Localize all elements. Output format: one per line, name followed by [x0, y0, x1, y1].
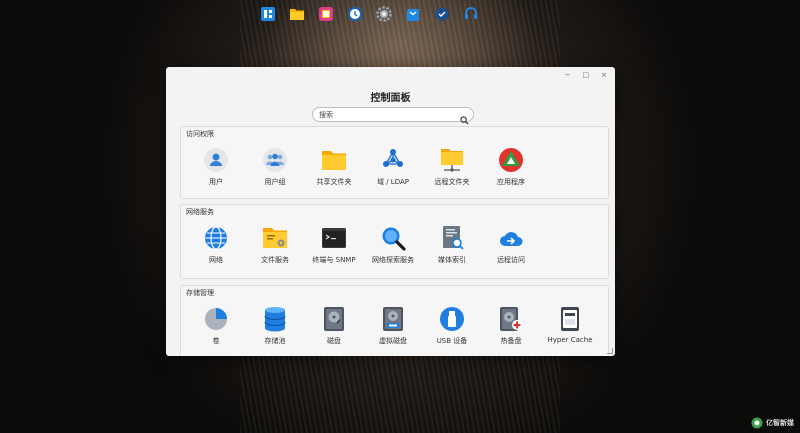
- item-user[interactable]: 用户: [187, 147, 245, 187]
- item-label: 网络探索服务: [372, 256, 414, 264]
- item-remote-folder[interactable]: 远程文件夹: [423, 147, 481, 187]
- item-hot-spare[interactable]: 热备盘: [482, 306, 540, 346]
- clock-icon[interactable]: [345, 4, 365, 24]
- file-service-icon: [262, 225, 288, 251]
- virtual-disk-icon: [380, 306, 406, 332]
- item-media-index[interactable]: 媒体索引: [423, 225, 481, 265]
- item-network-discovery[interactable]: 网络探索服务: [364, 225, 422, 265]
- close-button[interactable]: ×: [601, 70, 607, 80]
- item-usb-device[interactable]: USB 设备: [423, 306, 481, 346]
- globe-icon: [203, 225, 229, 251]
- item-application[interactable]: 应用程序: [482, 147, 540, 187]
- window-controls: − □ ×: [565, 70, 607, 80]
- item-label: 网络: [209, 256, 223, 264]
- grid-icon[interactable]: [258, 4, 278, 24]
- item-label: 应用程序: [497, 178, 525, 186]
- database-icon: [262, 306, 288, 332]
- item-label: 远程文件夹: [434, 178, 470, 186]
- settings-content: 访问权限 用户 用户组 共享文件夹 域 / LDAP 远程文件夹 应用程序 网络…: [166, 126, 615, 356]
- gear-icon[interactable]: [374, 4, 394, 24]
- item-label: 终端与 SNMP: [312, 256, 356, 264]
- item-label: 卷: [212, 337, 220, 345]
- watermark: 亿智新媒: [751, 417, 794, 429]
- terminal-icon: [321, 225, 347, 251]
- control-panel-window: − □ × 控制面板 访问权限 用户: [166, 67, 615, 356]
- ldap-icon: [380, 147, 406, 173]
- top-dock: [258, 3, 481, 25]
- item-label: 磁盘: [327, 337, 341, 345]
- item-remote-access[interactable]: 远程访问: [482, 225, 540, 265]
- item-label: 热备盘: [500, 337, 522, 345]
- user-icon: [203, 147, 229, 173]
- headset-icon[interactable]: [461, 4, 481, 24]
- remote-folder-icon: [439, 147, 465, 173]
- item-label: 文件服务: [261, 256, 289, 264]
- item-label: 用户: [209, 178, 223, 186]
- item-terminal-snmp[interactable]: 终端与 SNMP: [305, 225, 363, 265]
- watermark-logo-icon: [751, 417, 763, 429]
- section-access-rights: 访问权限 用户 用户组 共享文件夹 域 / LDAP 远程文件夹 应用程序: [180, 126, 609, 199]
- item-label: 存储池: [264, 337, 286, 345]
- usb-icon: [439, 306, 465, 332]
- cube-icon[interactable]: [432, 4, 452, 24]
- ssd-icon: [557, 306, 583, 332]
- search-input[interactable]: [319, 108, 459, 121]
- bag-icon[interactable]: [403, 4, 423, 24]
- window-title: 控制面板: [370, 93, 411, 104]
- user-group-icon: [262, 147, 288, 173]
- watermark-text: 亿智新媒: [766, 419, 794, 427]
- item-shared-folder[interactable]: 共享文件夹: [305, 147, 363, 187]
- item-label: 媒体索引: [438, 256, 466, 264]
- item-storage-pool[interactable]: 存储池: [246, 306, 304, 346]
- item-virtual-disk[interactable]: 虚拟磁盘: [364, 306, 422, 346]
- application-icon: [498, 147, 524, 173]
- magnifier-icon: [380, 225, 406, 251]
- item-label: Hyper Cache: [547, 336, 593, 344]
- item-user-group[interactable]: 用户组: [246, 147, 304, 187]
- minimize-button[interactable]: −: [565, 70, 571, 80]
- section-network-services: 网络服务 网络 文件服务 终端与 SNMP 网络探索服务 媒体索引 远程访问: [180, 204, 609, 279]
- section-title: 访问权限: [186, 130, 214, 138]
- search-box: [312, 107, 474, 125]
- cloud-access-icon: [498, 225, 524, 251]
- item-label: 远程访问: [497, 256, 525, 264]
- section-title: 网络服务: [186, 208, 214, 216]
- media-index-icon: [439, 225, 465, 251]
- photo-icon[interactable]: [316, 4, 336, 24]
- item-network[interactable]: 网络: [187, 225, 245, 265]
- item-label: 用户组: [264, 178, 286, 186]
- item-volume[interactable]: 卷: [187, 306, 245, 346]
- folder-icon[interactable]: [287, 4, 307, 24]
- item-hyper-cache[interactable]: Hyper Cache: [541, 306, 599, 344]
- hot-spare-icon: [498, 306, 524, 332]
- maximize-button[interactable]: □: [583, 70, 590, 80]
- item-file-service[interactable]: 文件服务: [246, 225, 304, 265]
- resize-handle[interactable]: [607, 348, 613, 354]
- shared-folder-icon: [321, 147, 347, 173]
- item-disk[interactable]: 磁盘: [305, 306, 363, 346]
- section-title: 存储管理: [186, 289, 214, 297]
- item-label: 虚拟磁盘: [379, 337, 407, 345]
- pie-icon: [203, 306, 229, 332]
- item-label: 共享文件夹: [316, 178, 352, 186]
- item-ldap[interactable]: 域 / LDAP: [364, 147, 422, 187]
- hard-disk-icon: [321, 306, 347, 332]
- section-storage-management: 存储管理 卷 存储池 磁盘 虚拟磁盘 USB 设备 热备盘 Hyper Cach…: [180, 285, 609, 356]
- item-label: USB 设备: [436, 337, 468, 345]
- item-label: 域 / LDAP: [377, 178, 409, 186]
